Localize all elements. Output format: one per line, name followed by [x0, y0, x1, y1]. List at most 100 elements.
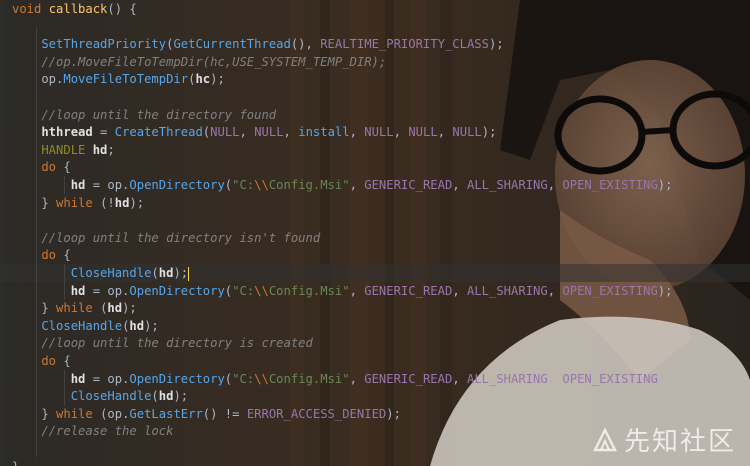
- code-token: //loop until the directory found: [12, 107, 277, 122]
- code-token: ,: [547, 283, 563, 298]
- code-token: hd: [129, 318, 145, 333]
- code-line[interactable]: do {: [12, 159, 71, 177]
- code-token: );: [173, 389, 189, 404]
- code-token: GetCurrentThread: [173, 37, 291, 52]
- code-token: NULL: [254, 125, 284, 140]
- code-token: ,: [452, 371, 467, 386]
- code-token: =: [92, 125, 115, 140]
- code-token: ,: [349, 125, 365, 140]
- code-token: while: [56, 195, 101, 210]
- code-line[interactable]: SetThreadPriority(GetCurrentThread(), RE…: [12, 36, 504, 54]
- code-line[interactable]: } while (op.GetLastErr() != ERROR_ACCESS…: [12, 406, 401, 424]
- watermark-text: 先知社区: [623, 427, 736, 457]
- code-token: ,: [349, 283, 365, 298]
- editor-gutter: [0, 0, 4, 466]
- code-token: () {: [107, 2, 137, 16]
- code-line[interactable]: CloseHandle(hd);: [12, 265, 190, 283]
- code-token: }: [12, 406, 57, 421]
- code-token: hd: [12, 178, 86, 192]
- code-line[interactable]: } while (hd);: [12, 300, 137, 318]
- text-caret: [188, 266, 190, 281]
- code-token: );: [657, 178, 673, 192]
- code-token: );: [210, 72, 225, 87]
- code-token: ,: [452, 283, 467, 298]
- code-token: op.: [12, 72, 64, 87]
- code-token: OpenDirectory: [129, 283, 225, 298]
- code-token: while: [56, 406, 101, 421]
- code-token: GetLastErr: [129, 406, 203, 421]
- code-line[interactable]: op.MoveFileToTempDir(hc);: [12, 71, 225, 89]
- code-token: ,: [239, 125, 255, 140]
- code-line[interactable]: void callback() {: [12, 1, 137, 19]
- code-token: );: [488, 37, 504, 52]
- code-token: SetThreadPriority: [12, 37, 167, 52]
- code-token: OpenDirectory: [129, 371, 225, 386]
- code-token: );: [657, 371, 673, 386]
- code-line[interactable]: }: [12, 459, 19, 466]
- code-token: ,: [437, 125, 453, 140]
- code-token: ERROR_ACCESS_DENIED: [246, 406, 387, 421]
- code-token: {: [63, 248, 71, 263]
- code-token: CreateThread: [114, 125, 203, 140]
- code-token: NULL: [408, 125, 438, 140]
- code-token: \\: [254, 178, 269, 192]
- code-token: OpenDirectory: [129, 178, 225, 192]
- code-token: GENERIC_READ: [364, 283, 453, 298]
- code-token: (: [151, 266, 159, 280]
- code-token: (!: [100, 195, 115, 210]
- code-line[interactable]: hd = op.OpenDirectory("C:\\Config.Msi", …: [12, 177, 673, 195]
- code-token: {: [63, 354, 71, 368]
- code-line[interactable]: do {: [12, 353, 71, 371]
- code-token: );: [129, 195, 145, 210]
- code-token: hd: [12, 371, 86, 386]
- code-line[interactable]: //loop until the directory is created: [12, 335, 313, 353]
- code-line[interactable]: CloseHandle(hd);: [12, 318, 158, 336]
- code-token: Config.Msi": [268, 283, 350, 298]
- code-token: (op.: [100, 406, 130, 421]
- code-token: hthread: [12, 125, 93, 140]
- code-token: ,: [547, 178, 563, 192]
- code-token: //release the lock: [12, 424, 174, 439]
- code-editor[interactable]: void callback() { SetThreadPriority(GetC…: [0, 0, 750, 466]
- code-token: {: [63, 160, 71, 175]
- code-token: NULL: [210, 125, 240, 140]
- code-line[interactable]: } while (!hd);: [12, 195, 144, 213]
- code-line[interactable]: //op.MoveFileToTempDir(hc,USE_SYSTEM_TEM…: [12, 54, 386, 72]
- code-line[interactable]: hd = op.OpenDirectory("C:\\Config.Msi", …: [12, 283, 673, 301]
- code-token: void: [12, 2, 49, 16]
- code-token: () !=: [202, 406, 247, 421]
- code-token: Config.Msi": [268, 178, 350, 192]
- code-token: hd: [114, 195, 130, 210]
- code-token: );: [173, 266, 189, 280]
- code-line[interactable]: HANDLE hd;: [12, 142, 114, 160]
- code-token: "C:: [232, 178, 255, 192]
- code-token: ,: [547, 371, 563, 386]
- code-line[interactable]: //loop until the directory isn't found: [12, 230, 320, 248]
- code-token: );: [122, 301, 137, 316]
- code-token: NULL: [452, 125, 482, 140]
- code-line[interactable]: CloseHandle(hd);: [12, 388, 188, 406]
- code-token: ,: [452, 178, 467, 192]
- code-token: hd: [158, 266, 174, 280]
- code-line[interactable]: do {: [12, 247, 71, 265]
- code-token: "C:: [232, 371, 255, 386]
- code-token: GENERIC_READ: [364, 178, 453, 192]
- code-token: = op.: [85, 283, 130, 298]
- code-token: }: [12, 301, 57, 316]
- code-token: hd: [92, 142, 108, 157]
- code-line[interactable]: //release the lock: [12, 423, 173, 441]
- code-token: //loop until the directory is created: [12, 336, 313, 351]
- code-token: );: [657, 283, 673, 298]
- code-token: OPEN_EXISTING: [562, 178, 658, 192]
- code-line[interactable]: hd = op.OpenDirectory("C:\\Config.Msi", …: [12, 371, 673, 389]
- code-token: hd: [107, 301, 123, 316]
- code-token: OPEN_EXISTING: [562, 371, 658, 386]
- code-token: install: [298, 125, 350, 140]
- code-token: while: [56, 301, 101, 316]
- code-token: (),: [290, 37, 321, 52]
- code-line[interactable]: //loop until the directory found: [12, 107, 276, 125]
- watermark: 先知社区: [592, 421, 736, 458]
- code-line[interactable]: hthread = CreateThread(NULL, NULL, insta…: [12, 124, 496, 142]
- code-token: = op.: [85, 178, 130, 192]
- code-token: hc: [195, 72, 211, 87]
